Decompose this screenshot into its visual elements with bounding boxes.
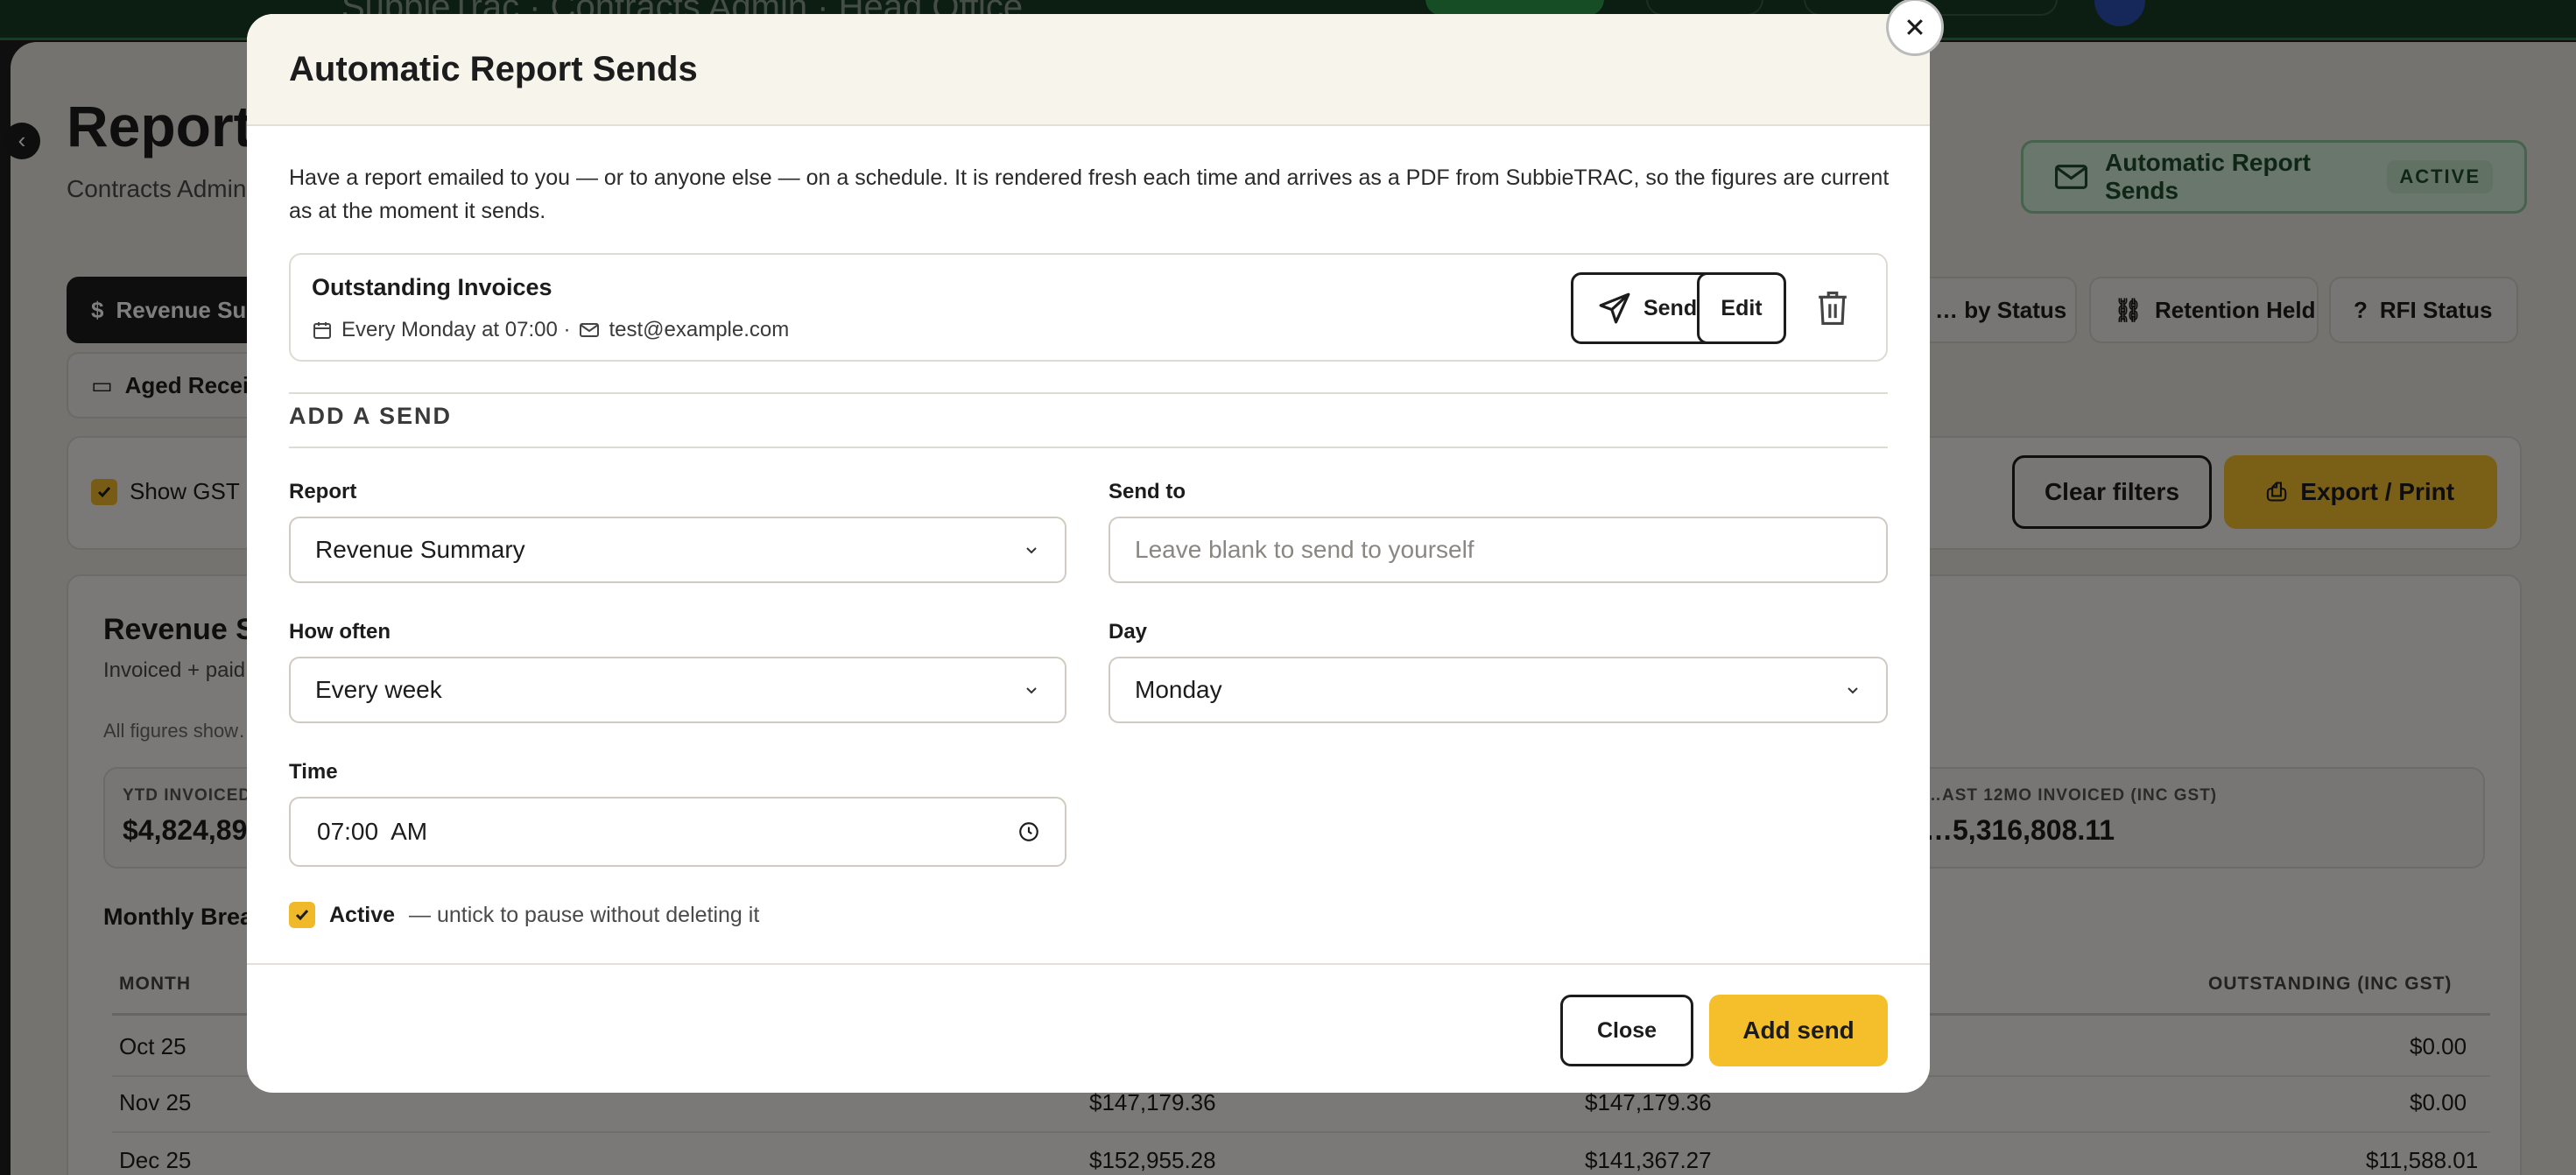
chevron-down-icon <box>1026 547 1037 554</box>
add-send-section-label: ADD A SEND <box>289 403 453 429</box>
time-input[interactable]: 07:00 AM <box>289 797 1066 867</box>
how-often-select[interactable]: Every week <box>289 657 1066 723</box>
dialog-header: Automatic Report Sends <box>247 14 1930 126</box>
report-select-value: Revenue Summary <box>315 536 525 563</box>
close-button[interactable]: Close <box>1560 995 1693 1066</box>
delete-button[interactable] <box>1811 286 1855 330</box>
close-label: Close <box>1596 1017 1658 1043</box>
add-send-button[interactable]: Add send <box>1709 995 1888 1066</box>
section-divider <box>289 447 1888 448</box>
edit-label: Edit <box>1721 295 1763 320</box>
chevron-down-icon <box>1026 687 1037 694</box>
active-checkbox-row[interactable]: Active — untick to pause without deletin… <box>289 902 759 928</box>
send-to-field-label: Send to <box>1109 480 1186 503</box>
dialog-close-button[interactable] <box>1886 0 1944 56</box>
day-value: Monday <box>1135 676 1222 703</box>
clock-icon <box>1019 822 1038 841</box>
active-label: Active <box>329 902 396 927</box>
dialog-title: Automatic Report Sends <box>289 49 698 88</box>
chevron-down-icon <box>1848 687 1858 694</box>
scheduled-send-item: Outstanding Invoices Every Monday at 07:… <box>289 253 1888 362</box>
scheduled-report-name: Outstanding Invoices <box>312 274 553 300</box>
report-select[interactable]: Revenue Summary <box>289 517 1066 583</box>
send-to-placeholder: Leave blank to send to yourself <box>1135 536 1475 563</box>
day-select[interactable]: Monday <box>1109 657 1888 723</box>
calendar-icon <box>313 322 331 339</box>
mail-icon <box>580 323 600 337</box>
time-value: 07:00 AM <box>317 818 428 845</box>
send-icon <box>1599 292 1630 324</box>
active-checkbox[interactable] <box>289 902 315 928</box>
trash-icon <box>1819 292 1847 325</box>
how-often-value: Every week <box>315 676 442 703</box>
time-field-label: Time <box>289 760 338 784</box>
recipient-email: test@example.com <box>609 318 790 341</box>
close-icon <box>1907 19 1923 35</box>
edit-button[interactable]: Edit <box>1697 272 1786 344</box>
send-to-input[interactable]: Leave blank to send to yourself <box>1109 517 1888 583</box>
add-send-label: Add send <box>1742 1017 1855 1044</box>
scheduled-send-meta: Every Monday at 07:00 · test@example.com <box>312 318 789 342</box>
how-often-field-label: How often <box>289 620 391 644</box>
report-field-label: Report <box>289 480 357 503</box>
section-divider <box>289 392 1888 394</box>
automatic-report-sends-dialog: Automatic Report Sends Have a report ema… <box>247 14 1930 1093</box>
day-field-label: Day <box>1109 620 1148 644</box>
dialog-intro: Have a report emailed to you — or to any… <box>289 165 1890 223</box>
active-hint: — untick to pause without deleting it <box>409 902 760 927</box>
dialog-footer: Close Add send <box>247 963 1930 1093</box>
schedule-text: Every Monday at 07:00 · <box>341 318 571 341</box>
check-icon <box>295 910 309 921</box>
